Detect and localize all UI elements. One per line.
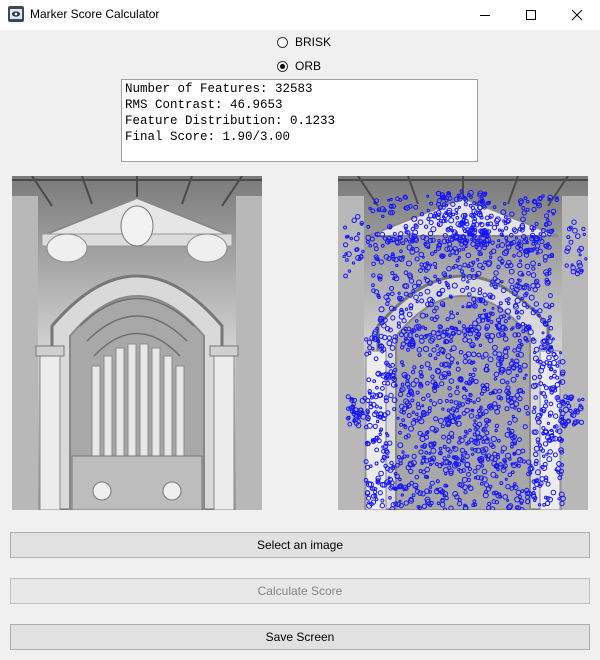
app-icon	[8, 6, 24, 22]
window-title: Marker Score Calculator	[30, 7, 160, 21]
original-image	[12, 176, 262, 510]
close-icon	[571, 9, 583, 21]
features-image	[338, 176, 588, 510]
radio-circle-orb[interactable]	[277, 60, 288, 72]
maximize-icon	[526, 10, 536, 20]
results-textbox[interactable]: Number of Features: 32583 RMS Contrast: …	[121, 79, 478, 162]
radio-label-brisk: BRISK	[295, 35, 332, 49]
save-screen-button[interactable]: Save Screen	[10, 624, 590, 650]
radio-brisk[interactable]: BRISK	[277, 34, 331, 50]
result-line-contrast: RMS Contrast: 46.9653	[125, 98, 283, 112]
result-line-score: Final Score: 1.90/3.00	[125, 130, 291, 144]
maximize-button[interactable]	[508, 0, 554, 30]
title-bar: Marker Score Calculator	[0, 0, 600, 30]
minimize-button[interactable]	[462, 0, 508, 30]
result-line-features: Number of Features: 32583	[125, 82, 313, 96]
close-button[interactable]	[554, 0, 600, 30]
features-image-graphic	[338, 176, 588, 510]
radio-circle-brisk[interactable]	[277, 36, 288, 48]
select-image-button[interactable]: Select an image	[10, 532, 590, 558]
radio-orb[interactable]: ORB	[277, 58, 321, 74]
calculate-score-button[interactable]: Calculate Score	[10, 578, 590, 604]
minimize-icon	[480, 15, 490, 16]
original-image-graphic	[12, 176, 262, 510]
radio-label-orb: ORB	[295, 59, 322, 73]
result-line-distribution: Feature Distribution: 0.1233	[125, 114, 336, 128]
